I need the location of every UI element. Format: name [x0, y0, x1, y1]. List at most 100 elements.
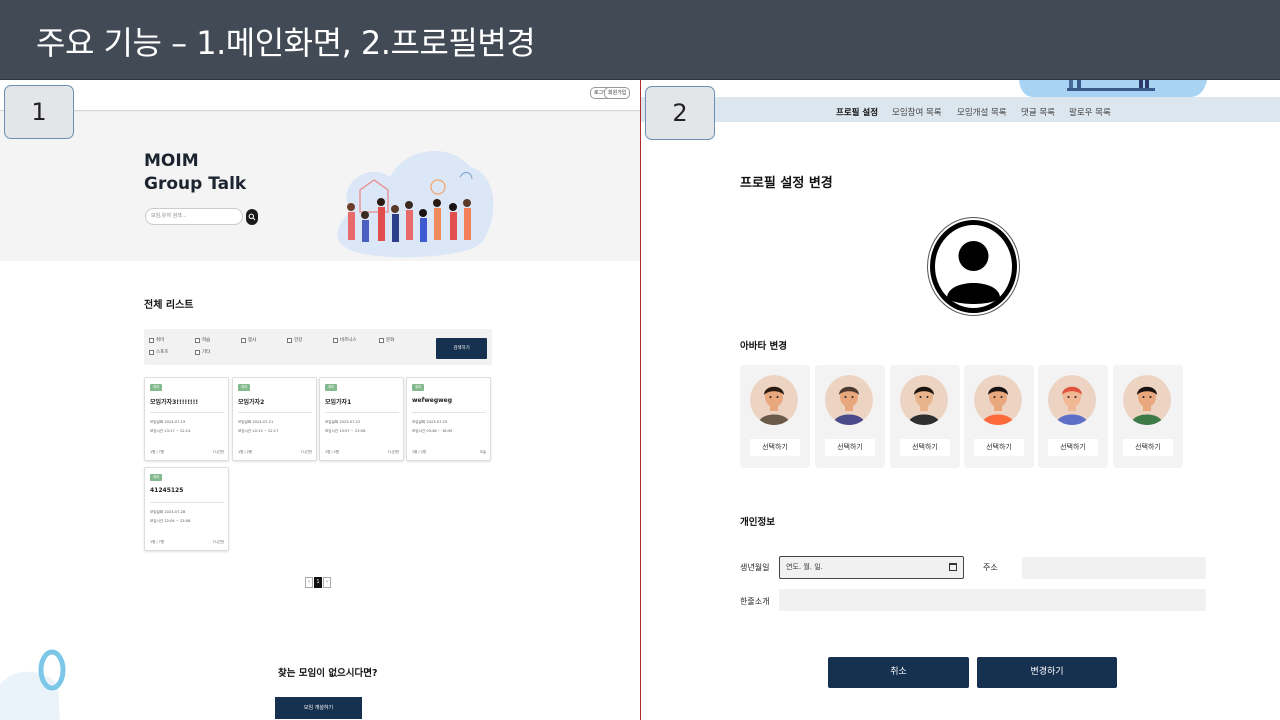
avatar-option[interactable]: 선택하기 — [964, 365, 1034, 468]
create-meeting-button[interactable]: 모임 개설하기 — [275, 697, 362, 719]
change-button[interactable]: 변경하기 — [977, 657, 1117, 688]
avatar-select-button[interactable]: 선택하기 — [825, 439, 875, 456]
header-illustration — [1019, 80, 1207, 97]
avatar-option[interactable]: 선택하기 — [740, 365, 810, 468]
main-page-screenshot: 로그인 회원가입 MOIM Group Talk 모임,유저 검색... 전체 … — [0, 80, 640, 720]
page-next-button[interactable]: › — [323, 577, 331, 588]
brand-logo-line2: Group Talk — [144, 174, 247, 194]
nav-comments[interactable]: 댓글 목록 — [1021, 106, 1055, 118]
card-member-count: 1명 / 2명 — [412, 450, 426, 454]
avatar-option[interactable]: 선택하기 — [1113, 365, 1183, 468]
search-input[interactable]: 모임,유저 검색... — [145, 208, 243, 225]
cancel-button[interactable]: 취소 — [828, 657, 969, 688]
category-tag: 취미 — [412, 384, 425, 391]
meeting-card[interactable]: 취미 wefwegweg 모임날짜 2023-07-25 모임시간 03:48 … — [406, 377, 491, 461]
calendar-icon[interactable] — [949, 563, 957, 571]
card-date: 모임날짜 2023-07-22 — [325, 420, 361, 424]
avatar-option[interactable]: 선택하기 — [890, 365, 960, 468]
filter-checkbox[interactable]: 스포츠 — [149, 350, 168, 356]
card-member-count: 1명 / 7명 — [150, 450, 164, 454]
card-time: 모임시간 22:04 ~ 23:08 — [150, 519, 191, 523]
category-tag: 취미 — [238, 384, 251, 391]
avatar-option[interactable]: 선택하기 — [1038, 365, 1108, 468]
category-tag: 취미 — [325, 384, 338, 391]
search-icon — [248, 213, 256, 221]
card-time: 모임시간 10:13 ~ 22:17 — [238, 429, 279, 433]
nav-follows[interactable]: 팔로우 목록 — [1069, 106, 1111, 118]
card-posted: 7시간전 — [212, 540, 224, 544]
card-member-count: 1명 / 2명 — [238, 450, 252, 454]
birthdate-input[interactable]: 연도. 월. 일. — [779, 556, 964, 579]
avatar-option[interactable]: 선택하기 — [815, 365, 885, 468]
card-date: 모임날짜 2023-07-19 — [150, 420, 186, 424]
meeting-card[interactable]: 취미 모임가자1 모임날짜 2023-07-22 모임시간 15:57 ~ 23… — [319, 377, 404, 461]
people-illustration — [337, 150, 494, 258]
search-button[interactable] — [246, 209, 258, 225]
signup-button[interactable]: 회원가입 — [604, 87, 631, 99]
filter-checkbox[interactable]: 학습 — [195, 338, 210, 344]
list-title: 전체 리스트 — [144, 300, 194, 311]
card-member-count: 1명 / 7명 — [150, 540, 164, 544]
birthdate-label: 생년월일 — [740, 563, 770, 572]
filter-checkbox[interactable]: 비즈니스 — [333, 338, 357, 344]
filter-checkbox[interactable]: 취미 — [149, 338, 164, 344]
address-label: 주소 — [983, 563, 998, 572]
category-tag: 취미 — [150, 384, 163, 391]
card-posted: 7시간전 — [212, 450, 224, 454]
hero-banner — [0, 112, 640, 261]
brand-logo-line1: MOIM — [144, 151, 199, 171]
nav-created-meetings[interactable]: 모임개설 목록 — [957, 106, 1007, 118]
avatar-select-button[interactable]: 선택하기 — [974, 439, 1024, 456]
personal-info-title: 개인정보 — [740, 517, 775, 528]
page-current[interactable]: 1 — [314, 577, 322, 588]
card-title: 모임가자3!!!!!!!! — [150, 399, 199, 406]
nav-profile-settings[interactable]: 프로필 설정 — [836, 106, 878, 118]
meeting-card[interactable]: 취미 모임가자3!!!!!!!! 모임날짜 2023-07-19 모임시간 13… — [144, 377, 229, 461]
meeting-card[interactable]: 취미 41245125 모임날짜 2023-07-28 모임시간 22:04 ~… — [144, 467, 229, 551]
card-time: 모임시간 15:57 ~ 23:56 — [325, 429, 366, 433]
slide: 주요 기능 – 1.메인화면, 2.프로필변경 로그인 회원가입 MOIM Gr… — [0, 0, 1280, 720]
avatar-select-button[interactable]: 선택하기 — [1048, 439, 1098, 456]
filter-search-button[interactable]: 검색하기 — [436, 338, 487, 359]
filter-checkbox[interactable]: 기타 — [195, 350, 210, 356]
page-title: 프로필 설정 변경 — [740, 176, 833, 191]
avatar-face-icon — [825, 375, 873, 425]
avatar-select-button[interactable]: 선택하기 — [900, 439, 950, 456]
card-member-count: 1명 / 2명 — [325, 450, 339, 454]
card-date: 모임날짜 2023-07-25 — [412, 420, 448, 424]
card-time: 모임시간 03:48 ~ 18:49 — [412, 429, 453, 433]
profile-nav-bar: 프로필 설정 모임참여 목록 모임개설 목록 댓글 목록 팔로우 목록 — [641, 97, 1280, 122]
page-prev-button[interactable]: ‹ — [305, 577, 313, 588]
current-avatar — [927, 217, 1020, 316]
intro-input[interactable] — [779, 589, 1206, 611]
filter-checkbox[interactable]: 문화 — [379, 338, 394, 344]
card-title: 모임가자2 — [238, 399, 265, 406]
avatar-face-icon — [974, 375, 1022, 425]
card-date: 모임날짜 2023-07-21 — [238, 420, 274, 424]
avatar-face-icon — [900, 375, 948, 425]
avatar-face-icon — [1048, 375, 1096, 425]
card-posted: 오늘 — [479, 450, 486, 454]
card-posted: 7시간전 — [300, 450, 312, 454]
section-label-2: 2 — [645, 86, 715, 140]
intro-label: 한줄소개 — [740, 597, 770, 606]
address-input[interactable] — [1022, 557, 1206, 579]
avatar-section-title: 아바타 변경 — [740, 341, 788, 352]
main-topbar: 로그인 회원가입 — [0, 80, 640, 111]
avatar-face-icon — [1123, 375, 1171, 425]
card-date: 모임날짜 2023-07-28 — [150, 510, 186, 514]
avatar-select-button[interactable]: 선택하기 — [750, 439, 800, 456]
filter-checkbox[interactable]: 건강 — [287, 338, 302, 344]
card-time: 모임시간 13:17 ~ 22:14 — [150, 429, 191, 433]
nav-joined-meetings[interactable]: 모임참여 목록 — [892, 106, 942, 118]
not-found-heading: 찾는 모임이 없으시다면? — [278, 668, 378, 679]
card-title: 41245125 — [150, 487, 184, 494]
filter-checkbox[interactable]: 봉사 — [241, 338, 256, 344]
card-posted: 7시간전 — [387, 450, 399, 454]
avatar-select-button[interactable]: 선택하기 — [1123, 439, 1173, 456]
section-label-1: 1 — [4, 85, 74, 139]
decorative-shapes — [0, 649, 66, 720]
slide-title: 주요 기능 – 1.메인화면, 2.프로필변경 — [36, 24, 536, 62]
profile-page-screenshot: 프로필 설정 모임참여 목록 모임개설 목록 댓글 목록 팔로우 목록 프로필 … — [641, 80, 1280, 720]
meeting-card[interactable]: 취미 모임가자2 모임날짜 2023-07-21 모임시간 10:13 ~ 22… — [232, 377, 317, 461]
